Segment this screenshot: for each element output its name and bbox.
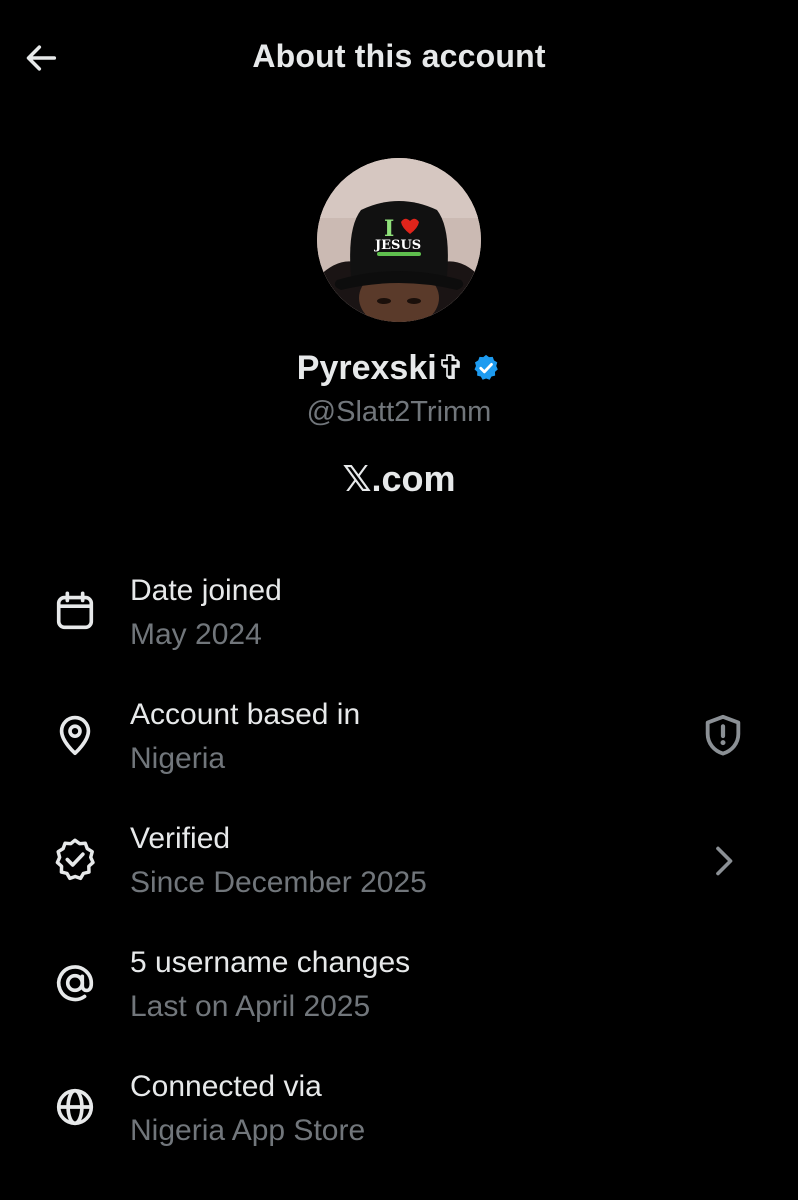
row-subtitle: Nigeria <box>130 742 226 775</box>
row-title: Connected via <box>130 1070 322 1103</box>
row-subtitle: May 2024 <box>130 618 262 651</box>
row-title: Verified <box>130 822 231 855</box>
page-title: About this account <box>252 38 546 74</box>
calendar-icon <box>48 584 102 638</box>
info-row-verified[interactable]: Verified Since December 2025 <box>0 818 798 918</box>
globe-icon <box>48 1080 102 1134</box>
info-row-username-changes: 5 username changes Last on April 2025 <box>0 942 798 1042</box>
avatar[interactable]: I JESUS <box>317 158 481 322</box>
info-row-account-based-in: Account based in Nigeria <box>0 694 798 794</box>
shield-alert-icon[interactable] <box>694 706 752 764</box>
info-row-date-joined: Date joined May 2024 <box>0 570 798 670</box>
info-row-connected-via: Connected via Nigeria App Store <box>0 1066 798 1166</box>
chevron-right-icon <box>694 832 752 890</box>
header-bar: About this account <box>0 0 798 116</box>
row-subtitle: Last on April 2025 <box>130 990 371 1023</box>
row-subtitle: Since December 2025 <box>130 866 427 899</box>
username: @Slatt2Trimm <box>306 396 492 428</box>
row-title: Account based in <box>130 698 361 731</box>
display-name: Pyrexski✞ <box>296 349 466 387</box>
verified-seal-icon <box>48 832 102 886</box>
at-sign-icon <box>48 956 102 1010</box>
row-title: Date joined <box>130 574 282 607</box>
verified-badge-icon[interactable] <box>471 353 501 383</box>
site-label: 𝕏.com <box>342 458 456 499</box>
row-subtitle: Nigeria App Store <box>130 1114 366 1147</box>
avatar-hat-word: JESUS <box>374 238 421 253</box>
row-title: 5 username changes <box>130 946 411 979</box>
location-pin-icon <box>48 708 102 762</box>
avatar-image: I JESUS <box>317 158 481 322</box>
display-name-row: Pyrexski✞ <box>0 348 798 388</box>
